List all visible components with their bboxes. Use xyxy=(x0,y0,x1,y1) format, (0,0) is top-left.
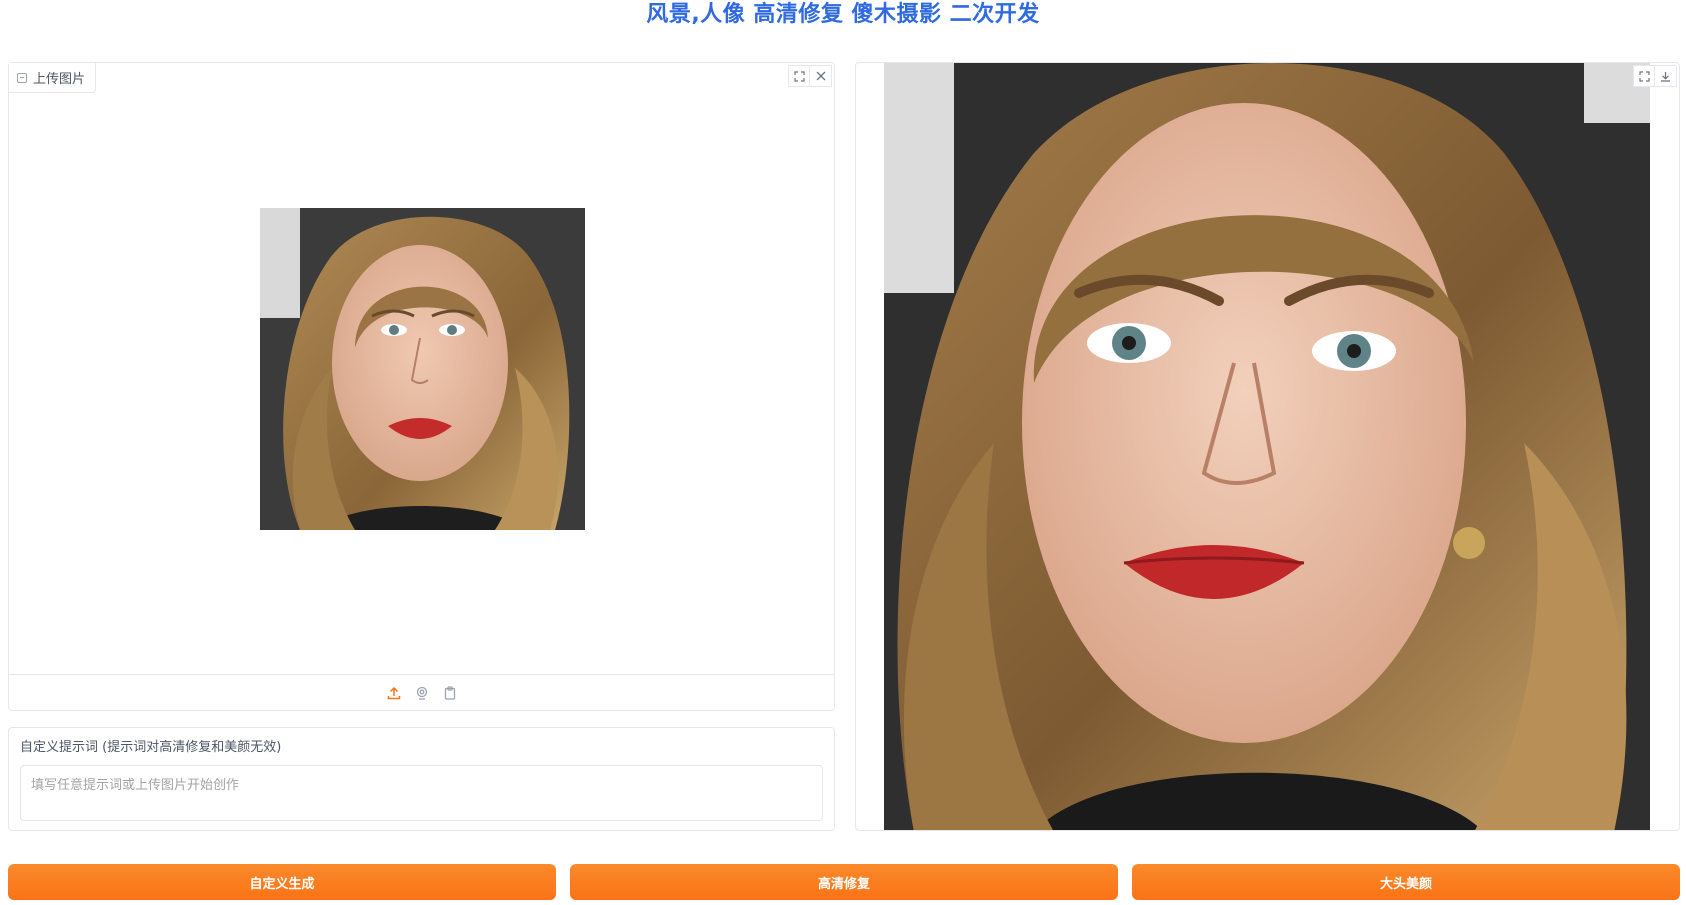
expand-icon[interactable] xyxy=(1633,65,1655,87)
page-title: 风景,人像 高清修复 傻木摄影 二次开发 xyxy=(646,2,1040,27)
custom-generate-button[interactable]: 自定义生成 xyxy=(8,864,556,900)
prompt-panel: 自定义提示词 (提示词对高清修复和美颜无效) xyxy=(8,727,835,831)
close-icon[interactable] xyxy=(810,65,832,87)
upload-icon[interactable] xyxy=(385,684,403,702)
upload-label-text: 上传图片 xyxy=(33,72,86,87)
hd-restore-button[interactable]: 高清修复 xyxy=(570,864,1118,900)
upload-corner-tools xyxy=(788,65,832,87)
download-icon[interactable] xyxy=(1655,65,1677,87)
image-upload-panel[interactable]: 上传图片 xyxy=(8,62,835,711)
clipboard-icon[interactable] xyxy=(441,684,459,702)
webcam-icon[interactable] xyxy=(413,684,431,702)
prompt-input[interactable] xyxy=(20,765,823,821)
output-corner-tools xyxy=(1633,65,1677,87)
uploaded-portrait-image xyxy=(260,208,585,530)
image-source-bar xyxy=(9,674,834,710)
expand-icon[interactable] xyxy=(788,65,810,87)
restored-portrait-image xyxy=(884,63,1650,830)
prompt-label: 自定义提示词 (提示词对高清修复和美颜无效) xyxy=(20,740,282,755)
action-button-row: 自定义生成 高清修复 大头美颜 xyxy=(8,864,1680,900)
upload-panel-label: 上传图片 xyxy=(9,63,97,93)
big-head-beauty-button[interactable]: 大头美颜 xyxy=(1132,864,1680,900)
image-icon xyxy=(17,72,27,83)
output-image-panel xyxy=(855,62,1680,831)
